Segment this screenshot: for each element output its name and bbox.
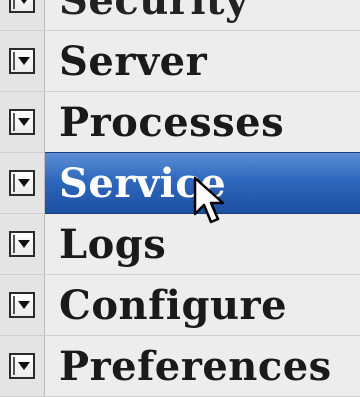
menu-list: Security Server Processes Service Logs C… <box>0 0 360 397</box>
dropdown-toggle-icon[interactable] <box>9 48 35 74</box>
menu-item-service[interactable]: Service <box>0 152 360 214</box>
menu-item-configure[interactable]: Configure <box>0 275 360 336</box>
menu-item-label: Server <box>59 37 208 85</box>
dropdown-toggle-icon[interactable] <box>9 292 35 318</box>
toggle-cell <box>0 0 45 30</box>
menu-item-label-cell[interactable]: Configure <box>45 275 360 335</box>
toggle-cell <box>0 336 45 396</box>
toggle-cell <box>0 214 45 274</box>
dropdown-toggle-icon[interactable] <box>9 231 35 257</box>
menu-item-security[interactable]: Security <box>0 0 360 31</box>
toggle-cell <box>0 31 45 91</box>
menu-item-label: Processes <box>59 98 285 146</box>
menu-item-label: Logs <box>59 220 167 268</box>
dropdown-toggle-icon[interactable] <box>9 170 35 196</box>
dropdown-toggle-icon[interactable] <box>9 0 35 13</box>
menu-item-processes[interactable]: Processes <box>0 92 360 153</box>
menu-item-label: Security <box>59 0 249 24</box>
dropdown-toggle-icon[interactable] <box>9 353 35 379</box>
toggle-cell <box>0 275 45 335</box>
mouse-pointer-icon <box>193 176 225 224</box>
menu-item-server[interactable]: Server <box>0 31 360 92</box>
menu-item-label: Preferences <box>59 342 332 390</box>
menu-item-label: Configure <box>59 281 288 329</box>
menu-item-logs[interactable]: Logs <box>0 214 360 275</box>
menu-item-label-cell[interactable]: Processes <box>45 92 360 152</box>
dropdown-toggle-icon[interactable] <box>9 109 35 135</box>
menu-item-label-cell[interactable]: Server <box>45 31 360 91</box>
toggle-cell <box>0 153 45 213</box>
menu-item-label-cell[interactable]: Preferences <box>45 336 360 396</box>
menu-item-preferences[interactable]: Preferences <box>0 336 360 397</box>
menu-item-label-cell[interactable]: Security <box>45 0 360 30</box>
toggle-cell <box>0 92 45 152</box>
